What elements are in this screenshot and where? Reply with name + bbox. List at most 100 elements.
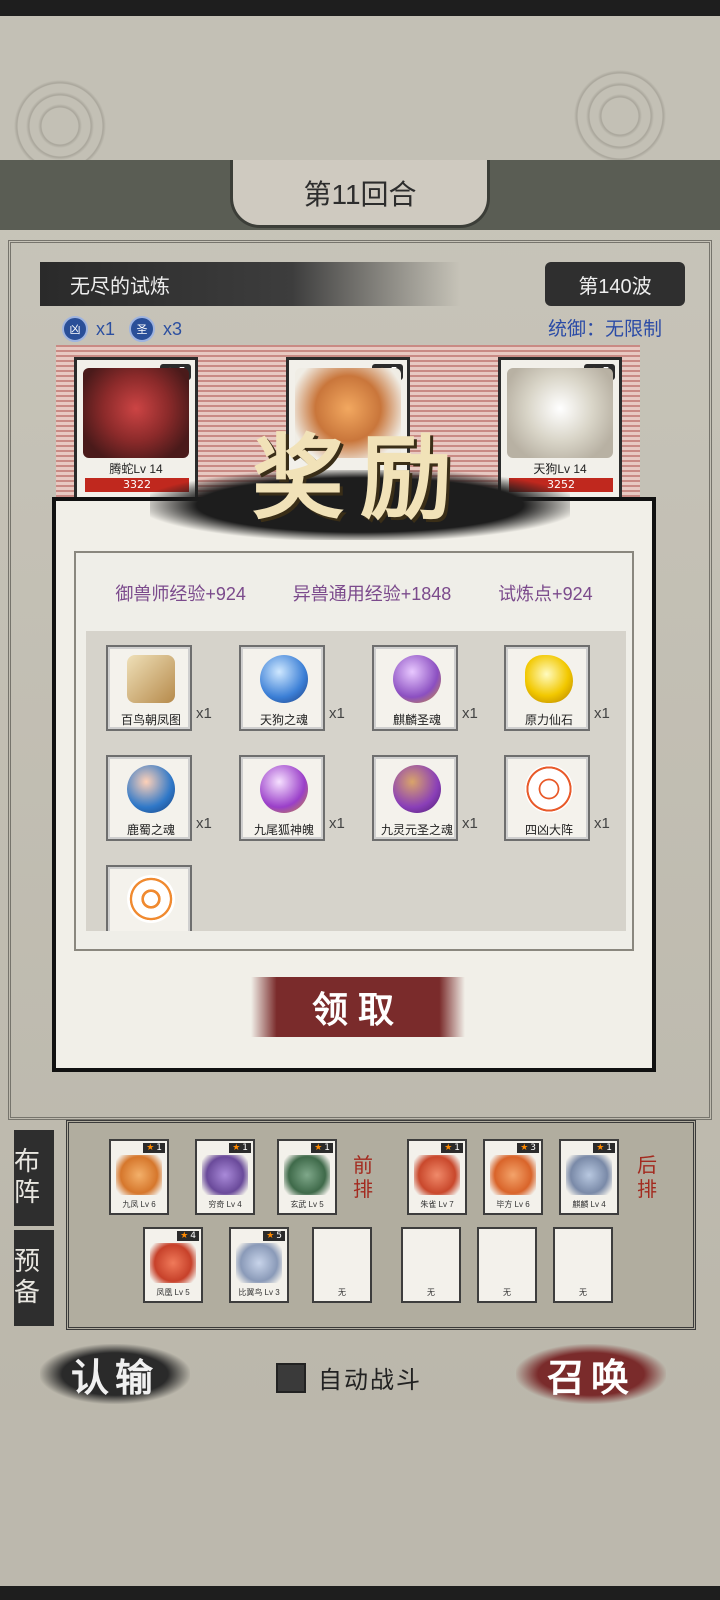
- summon-button[interactable]: 召唤: [516, 1344, 666, 1404]
- formation-icon: [525, 765, 573, 813]
- wave-label: 第140波: [578, 275, 652, 298]
- soul-orb-icon: [127, 765, 175, 813]
- item-qty: x1: [462, 705, 478, 722]
- item-box: 鹿蜀之魂: [106, 755, 192, 841]
- item-name: 鹿蜀之魂: [126, 823, 175, 837]
- item-qty: x1: [196, 815, 212, 832]
- star-badge: ★ 1: [311, 1143, 333, 1153]
- beast-name: 穷奇 Lv 4: [208, 1200, 242, 1209]
- reserve-slot-empty[interactable]: 无: [477, 1227, 537, 1303]
- beast-name: 九凤 Lv 6: [122, 1200, 156, 1209]
- beast-portrait: [116, 1155, 162, 1195]
- claim-label: 领取: [311, 989, 404, 1031]
- item-name: 百鸟朝凤图: [120, 713, 181, 727]
- cloud-decoration-bottom: [0, 1410, 720, 1586]
- reward-item[interactable]: 天狗之魂 x1: [239, 645, 359, 735]
- counter-count: x3: [163, 318, 183, 339]
- star-badge: ★ 1: [143, 1143, 165, 1153]
- soul-orb-icon: [393, 765, 441, 813]
- empty-label: 无: [503, 1288, 511, 1297]
- auto-battle-label: 自动战斗: [318, 1366, 422, 1394]
- back-slot[interactable]: ★ 3 毕方 Lv 6: [483, 1139, 543, 1215]
- star-badge: ★ 3: [517, 1143, 539, 1153]
- star-badge: ★ 4: [177, 1231, 199, 1241]
- back-row-label: 后排: [637, 1153, 657, 1201]
- empty-label: 无: [427, 1288, 435, 1297]
- reward-item[interactable]: 百鸟朝凤图 x1: [106, 645, 226, 735]
- beast-name: 凤凰 Lv 5: [156, 1288, 190, 1297]
- reward-panel: 御兽师经验+924 异兽通用经验+1848 试炼点+924 百鸟朝凤图 x1 天…: [52, 497, 656, 1072]
- front-slot[interactable]: ★ 1 穷奇 Lv 4: [195, 1139, 255, 1215]
- reward-item[interactable]: 原力仙石 x1: [504, 645, 624, 735]
- reserve-slot[interactable]: ★ 5 比翼鸟 Lv 3: [229, 1227, 289, 1303]
- item-name: 原力仙石: [524, 713, 573, 727]
- back-slot[interactable]: ★ 1 麒麟 Lv 4: [559, 1139, 619, 1215]
- front-slot[interactable]: ★ 1 玄武 Lv 5: [277, 1139, 337, 1215]
- item-name: 九尾狐神魄: [253, 823, 314, 837]
- reserve-slot-empty[interactable]: 无: [553, 1227, 613, 1303]
- formation-icon: [127, 875, 175, 923]
- reserve-slot-empty[interactable]: 无: [401, 1227, 461, 1303]
- reward-item[interactable]: 四凶大阵 x1: [504, 755, 624, 845]
- scroll-icon: [127, 655, 175, 703]
- wave-badge: 第140波: [545, 262, 685, 306]
- trial-points: 试炼点+924: [498, 584, 593, 604]
- item-qty: x1: [196, 705, 212, 722]
- gem-icon: [525, 655, 573, 703]
- status-bar: [0, 0, 720, 16]
- item-name: 麒麟圣魂: [392, 713, 441, 727]
- beast-name: 比翼鸟 Lv 3: [238, 1288, 280, 1297]
- item-qty: x1: [594, 815, 610, 832]
- tab-reserve[interactable]: 预备: [14, 1230, 54, 1326]
- beast-portrait: [150, 1243, 196, 1283]
- holy-soul-icon: [393, 655, 441, 703]
- reward-inner-frame: 御兽师经验+924 异兽通用经验+1848 试炼点+924 百鸟朝凤图 x1 天…: [74, 551, 634, 951]
- round-label: 第11回合: [303, 178, 417, 210]
- beast-name: 毕方 Lv 6: [496, 1200, 530, 1209]
- reward-item[interactable]: 九尾狐神魄 x1: [239, 755, 359, 845]
- item-box: 九灵元圣之魂: [372, 755, 458, 841]
- star-badge: ★ 1: [229, 1143, 251, 1153]
- trial-name-bar: 无尽的试炼: [40, 262, 460, 306]
- front-slot[interactable]: ★ 1 九凤 Lv 6: [109, 1139, 169, 1215]
- reward-items[interactable]: 百鸟朝凤图 x1 天狗之魂 x1 麒麟圣魂 x1 原力仙石 x1 鹿蜀之魂 x1…: [86, 631, 626, 931]
- summon-label: 召唤: [546, 1354, 635, 1400]
- item-box: [106, 865, 192, 931]
- item-name: 天狗之魂: [259, 713, 308, 727]
- reserve-slot-empty[interactable]: 无: [312, 1227, 372, 1303]
- front-row-label: 前排: [353, 1153, 373, 1201]
- game-screen: 第11回合 无尽的试炼 第140波 凶 x1 圣 x3 统御：无限制 ★5 腾蛇…: [0, 0, 720, 1600]
- reward-item[interactable]: 九灵元圣之魂 x1: [372, 755, 492, 845]
- beast-portrait: [236, 1243, 282, 1283]
- item-qty: x1: [594, 705, 610, 722]
- tab-formation[interactable]: 布阵: [14, 1130, 54, 1226]
- item-box: 九尾狐神魄: [239, 755, 325, 841]
- auto-battle-checkbox[interactable]: [276, 1362, 306, 1393]
- claim-button[interactable]: 领取: [251, 977, 465, 1037]
- reward-item[interactable]: [106, 865, 226, 931]
- spirit-orb-icon: [260, 765, 308, 813]
- counter-badge-icon: 凶: [62, 316, 88, 342]
- reward-item[interactable]: 麒麟圣魂 x1: [372, 645, 492, 735]
- beast-portrait: [490, 1155, 536, 1195]
- item-name: 九灵元圣之魂: [380, 823, 453, 837]
- empty-label: 无: [579, 1288, 587, 1297]
- lineup-panel: ★ 1 九凤 Lv 6 ★ 1 穷奇 Lv 4 ★ 1 玄武 Lv 5 前排 ★ 1 朱…: [66, 1120, 696, 1330]
- surrender-label: 认输: [70, 1354, 159, 1400]
- beast-portrait: [414, 1155, 460, 1195]
- counter-count: x1: [96, 318, 116, 339]
- item-qty: x1: [462, 815, 478, 832]
- trial-name: 无尽的试炼: [70, 275, 170, 298]
- reserve-slot[interactable]: ★ 4 凤凰 Lv 5: [143, 1227, 203, 1303]
- nav-bar: [0, 1586, 720, 1600]
- reward-item[interactable]: 鹿蜀之魂 x1: [106, 755, 226, 845]
- item-box: 天狗之魂: [239, 645, 325, 731]
- reward-title: 奖励: [150, 400, 570, 540]
- auto-battle-toggle[interactable]: 自动战斗: [276, 1360, 422, 1395]
- item-qty: x1: [329, 815, 345, 832]
- beast-name: 玄武 Lv 5: [290, 1200, 324, 1209]
- control-limit: 统御：无限制: [548, 319, 663, 340]
- back-slot[interactable]: ★ 1 朱雀 Lv 7: [407, 1139, 467, 1215]
- exp-row: 御兽师经验+924 异兽通用经验+1848 试炼点+924: [76, 553, 632, 633]
- surrender-button[interactable]: 认输: [40, 1344, 190, 1404]
